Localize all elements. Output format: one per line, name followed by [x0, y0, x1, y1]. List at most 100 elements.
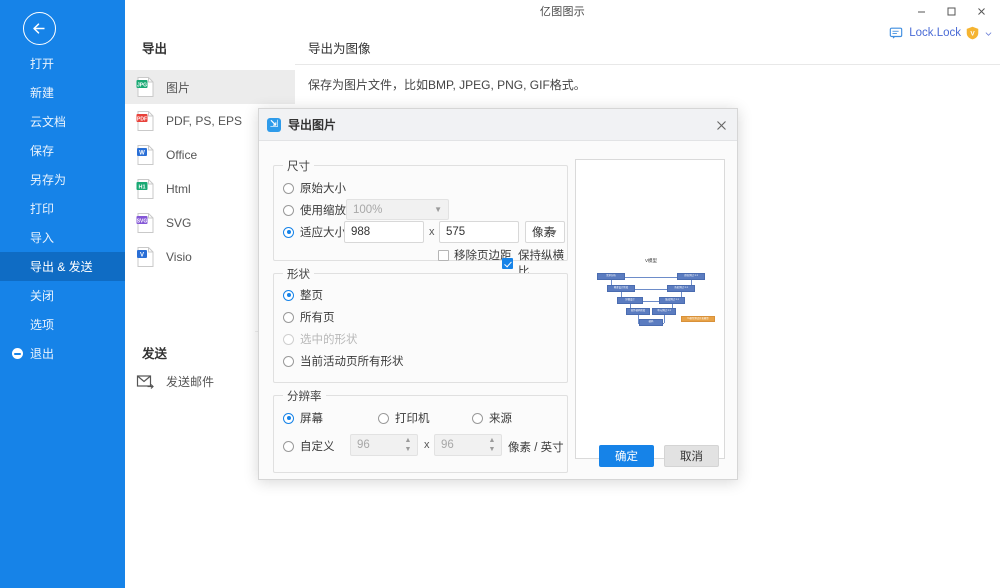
ok-button[interactable]: 确定	[599, 445, 654, 467]
sidebar-item-label: 选项	[30, 318, 55, 332]
resolution-option-printer[interactable]: 打印机	[378, 410, 430, 426]
sidebar-item-save-as[interactable]: 另存为	[0, 165, 125, 194]
app-window: 亿图图示 Lock.Lock V 打开 新建 云文档 保存 另存为 打印 导入 …	[0, 0, 1000, 588]
shape-option-selected-shapes: 选中的形状	[283, 331, 358, 347]
sidebar-item-exit[interactable]: 退出	[0, 339, 125, 368]
shape-option-active-page-shapes[interactable]: 当前活动页所有形状	[283, 353, 404, 369]
checkbox-icon[interactable]	[438, 249, 449, 261]
svg-text:PDF: PDF	[137, 116, 147, 122]
send-heading: 发送	[142, 347, 168, 361]
width-value: 988	[351, 226, 371, 238]
radio-icon[interactable]	[378, 412, 389, 424]
radio-icon[interactable]	[283, 355, 294, 367]
account-area[interactable]: Lock.Lock V	[889, 22, 992, 44]
radio-icon[interactable]	[283, 289, 294, 301]
sidebar-item-label: 云文档	[30, 115, 67, 129]
radio-icon[interactable]	[472, 412, 483, 424]
checkbox-icon[interactable]	[502, 257, 513, 269]
sidebar-item-export-send[interactable]: 导出 & 发送	[0, 252, 125, 281]
minimize-button[interactable]	[906, 0, 936, 22]
sidebar-item-open[interactable]: 打开	[0, 49, 125, 78]
dialog-title-bar: ⇲ 导出图片	[259, 109, 737, 141]
sidebar-item-options[interactable]: 选项	[0, 310, 125, 339]
shape-option-label: 当前活动页所有形状	[300, 356, 404, 368]
radio-icon[interactable]	[283, 182, 294, 194]
radio-icon[interactable]	[283, 311, 294, 323]
window-title: 亿图图示	[539, 6, 586, 18]
account-name[interactable]: Lock.Lock	[909, 27, 961, 39]
sidebar-item-cloud-doc[interactable]: 云文档	[0, 107, 125, 136]
preview-node: 系统测试 1.1	[667, 285, 695, 292]
exit-icon	[12, 348, 23, 359]
size-option-fit[interactable]: 适应大小	[283, 224, 346, 240]
sidebar-item-close[interactable]: 关闭	[0, 281, 125, 310]
sidebar-item-new[interactable]: 新建	[0, 78, 125, 107]
sidebar-item-print[interactable]: 打印	[0, 194, 125, 223]
sidebar-item-import[interactable]: 导入	[0, 223, 125, 252]
resolution-option-screen[interactable]: 屏幕	[283, 410, 323, 426]
chevron-down-icon: ▼	[550, 227, 558, 237]
sidebar-item-save[interactable]: 保存	[0, 136, 125, 165]
send-mail-label: 发送邮件	[166, 375, 215, 389]
cancel-button[interactable]: 取消	[664, 445, 719, 467]
export-type-image[interactable]: JPG 图片	[125, 70, 295, 104]
sidebar-item-label: 导入	[30, 231, 55, 245]
radio-icon[interactable]	[283, 412, 294, 424]
resolution-option-label: 屏幕	[300, 413, 323, 425]
resolution-option-source[interactable]: 来源	[472, 410, 512, 426]
size-option-label: 使用缩放	[300, 205, 346, 217]
sidebar-item-label: 退出	[30, 347, 55, 361]
size-unit-select[interactable]: 像素 ▼	[525, 221, 565, 243]
preview-connector	[635, 288, 667, 290]
radio-icon[interactable]	[283, 226, 294, 238]
resolution-legend: 分辨率	[283, 388, 326, 404]
svg-text:V: V	[140, 253, 144, 259]
height-input[interactable]: 575	[439, 221, 519, 243]
window-controls	[906, 0, 996, 22]
preview-node: 软件编码阶段	[626, 308, 650, 315]
chevron-down-icon: ▼	[434, 205, 442, 214]
dialog-buttons: 确定 取消	[259, 439, 737, 479]
preview-node: 需求分析	[597, 273, 625, 280]
visio-file-icon: V	[137, 247, 154, 267]
preview-node: 单元测试 1.1	[652, 308, 676, 315]
html-file-icon: H1	[136, 179, 154, 199]
back-button[interactable]	[23, 12, 56, 45]
size-legend: 尺寸	[283, 158, 314, 174]
preview-node: 验收测试 1.1	[677, 273, 705, 280]
scale-value: 100%	[353, 203, 383, 216]
preview-note: V-模型测试开发模型	[681, 316, 715, 322]
close-button[interactable]	[966, 0, 996, 22]
maximize-button[interactable]	[936, 0, 966, 22]
width-input[interactable]: 988	[344, 221, 424, 243]
export-type-label: 图片	[166, 80, 191, 95]
size-fieldset: 尺寸 原始大小 使用缩放 100% ▼ 适应大小 988 x 575 像素 ▼ …	[273, 158, 568, 278]
preview-node: 详细设计	[617, 297, 643, 304]
remove-margin-checkbox[interactable]: 移除页边距	[438, 247, 512, 263]
preview-node: 编码	[639, 319, 663, 326]
svg-text:V: V	[970, 30, 975, 37]
send-mail-item[interactable]: 发送邮件	[136, 372, 214, 391]
svg-file-icon: SVG	[136, 213, 154, 233]
size-option-original[interactable]: 原始大小	[283, 180, 346, 196]
radio-icon	[283, 333, 294, 345]
size-option-scale[interactable]: 使用缩放	[283, 202, 346, 218]
export-type-label: PDF, PS, EPS	[166, 114, 243, 128]
word-file-icon: W	[137, 145, 154, 165]
height-value: 575	[446, 226, 466, 238]
shape-option-all-pages[interactable]: 所有页	[283, 309, 335, 325]
chevron-down-icon[interactable]	[985, 30, 992, 37]
sidebar-item-label: 打开	[30, 57, 55, 71]
sidebar-item-label: 保存	[30, 144, 55, 158]
dialog-close-button[interactable]	[711, 115, 731, 135]
radio-icon[interactable]	[283, 204, 294, 216]
shape-option-whole-page[interactable]: 整页	[283, 287, 323, 303]
scale-select[interactable]: 100% ▼	[346, 199, 449, 220]
message-icon[interactable]	[889, 26, 903, 40]
size-option-label: 原始大小	[300, 183, 346, 195]
preview-node: 集成测试 1.1	[659, 297, 685, 304]
export-heading: 导出	[142, 42, 168, 56]
shape-option-label: 所有页	[300, 312, 335, 324]
svg-text:JPG: JPG	[137, 82, 147, 88]
export-preview: V模型 需求分析 验收测试 1.1 概要设计阶段 系统测试 1.1 详细设计 集…	[575, 159, 725, 459]
